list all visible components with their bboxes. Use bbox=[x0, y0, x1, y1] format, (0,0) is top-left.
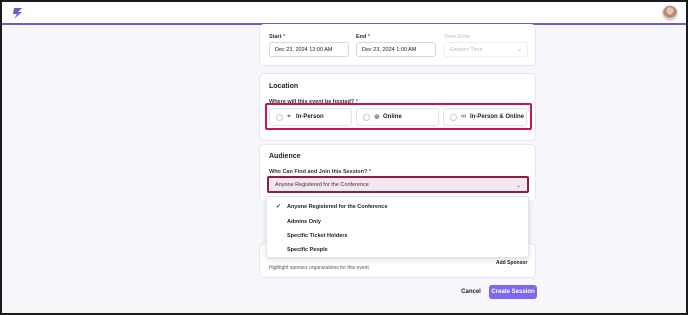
audience-select[interactable]: Anyone Registered for the Conference ⌄ bbox=[267, 176, 529, 193]
user-avatar-icon[interactable] bbox=[662, 5, 678, 21]
end-date-field[interactable]: Dec 23, 2024 1:00 AM bbox=[356, 42, 436, 57]
app-frame: Start * Dec 23, 2024 12:00 AM End * Dec … bbox=[0, 0, 688, 315]
audience-option[interactable]: Specific People bbox=[267, 243, 528, 257]
sponsors-description: Highlight sponsor organizations for this… bbox=[269, 265, 371, 271]
timezone-label: Time Zone bbox=[444, 34, 471, 40]
location-option-label: Online bbox=[383, 114, 402, 120]
radio-button[interactable] bbox=[276, 114, 283, 121]
audience-option[interactable]: ✓ Anyone Registered for the Conference bbox=[267, 200, 528, 214]
audience-option[interactable]: Specific Ticket Holders bbox=[267, 229, 528, 243]
bolt-logo-icon[interactable] bbox=[11, 6, 25, 20]
location-option-label: In-Person & Online bbox=[470, 114, 525, 120]
audience-card: Audience Who Can Find and Join this Sess… bbox=[259, 144, 536, 202]
chevron-down-icon: ⌄ bbox=[516, 47, 522, 53]
audience-title: Audience bbox=[269, 153, 301, 160]
schedule-card: Start * Dec 23, 2024 12:00 AM End * Dec … bbox=[259, 24, 536, 66]
audience-dropdown-menu: ✓ Anyone Registered for the Conference A… bbox=[266, 196, 529, 258]
end-label: End * bbox=[356, 34, 371, 40]
cancel-button[interactable]: Cancel bbox=[456, 285, 486, 299]
globe-icon: ⊕ bbox=[374, 114, 380, 121]
location-option-hybrid[interactable]: ∞ In-Person & Online bbox=[443, 108, 527, 126]
audience-option[interactable]: Admins Only bbox=[267, 215, 528, 229]
start-label: Start * bbox=[269, 34, 286, 40]
location-option-label: In-Person bbox=[296, 114, 324, 120]
location-option-in-person[interactable]: ⌖ In-Person bbox=[269, 108, 352, 126]
chevron-down-icon: ⌄ bbox=[515, 183, 521, 189]
start-date-field[interactable]: Dec 23, 2024 12:00 AM bbox=[269, 42, 349, 57]
link-icon: ∞ bbox=[461, 113, 466, 120]
audience-question: Who Can Find and Join this Session? * bbox=[269, 169, 372, 175]
radio-button[interactable] bbox=[363, 114, 370, 121]
create-session-button[interactable]: Create Session bbox=[489, 285, 537, 299]
location-title: Location bbox=[269, 83, 299, 90]
map-pin-icon: ⌖ bbox=[287, 113, 291, 120]
timezone-select[interactable]: Eastern Time ⌄ bbox=[444, 42, 528, 57]
check-icon: ✓ bbox=[276, 204, 282, 210]
radio-button[interactable] bbox=[450, 114, 457, 121]
add-sponsor-button[interactable]: Add Sponsor bbox=[496, 260, 527, 266]
location-option-online[interactable]: ⊕ Online bbox=[356, 108, 439, 126]
top-bar bbox=[2, 2, 686, 25]
